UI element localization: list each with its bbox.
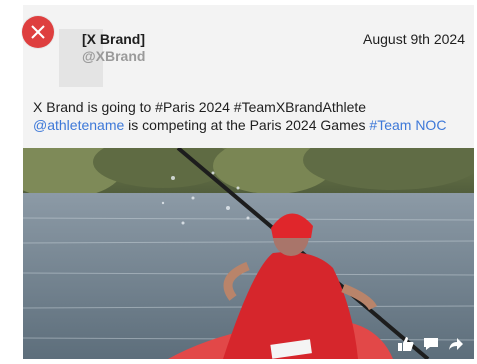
post-text-middle: is competing at the Paris 2024 Games [124, 117, 370, 133]
post-actions [398, 337, 464, 351]
post-card: [X Brand] @XBrand August 9th 2024 X Bran… [23, 5, 474, 359]
brand-handle[interactable]: @XBrand [82, 48, 145, 64]
post-text-line-1: X Brand is going to #Paris 2024 #TeamXBr… [33, 99, 367, 115]
close-button[interactable] [22, 16, 54, 48]
post-date: August 9th 2024 [363, 31, 465, 47]
brand-name[interactable]: [X Brand] [82, 31, 145, 47]
thumbs-up-icon[interactable] [398, 337, 414, 351]
post-image[interactable] [23, 148, 474, 359]
share-arrow-icon[interactable] [448, 337, 464, 351]
kayak-athlete-photo [23, 148, 474, 359]
mention-link[interactable]: @athletename [33, 117, 124, 133]
hashtag-link[interactable]: #Team NOC [369, 117, 446, 133]
post-text: X Brand is going to #Paris 2024 #TeamXBr… [33, 98, 473, 134]
post-text-line-2: @athletename is competing at the Paris 2… [33, 116, 473, 134]
close-icon [31, 25, 45, 39]
comment-icon[interactable] [423, 337, 439, 351]
